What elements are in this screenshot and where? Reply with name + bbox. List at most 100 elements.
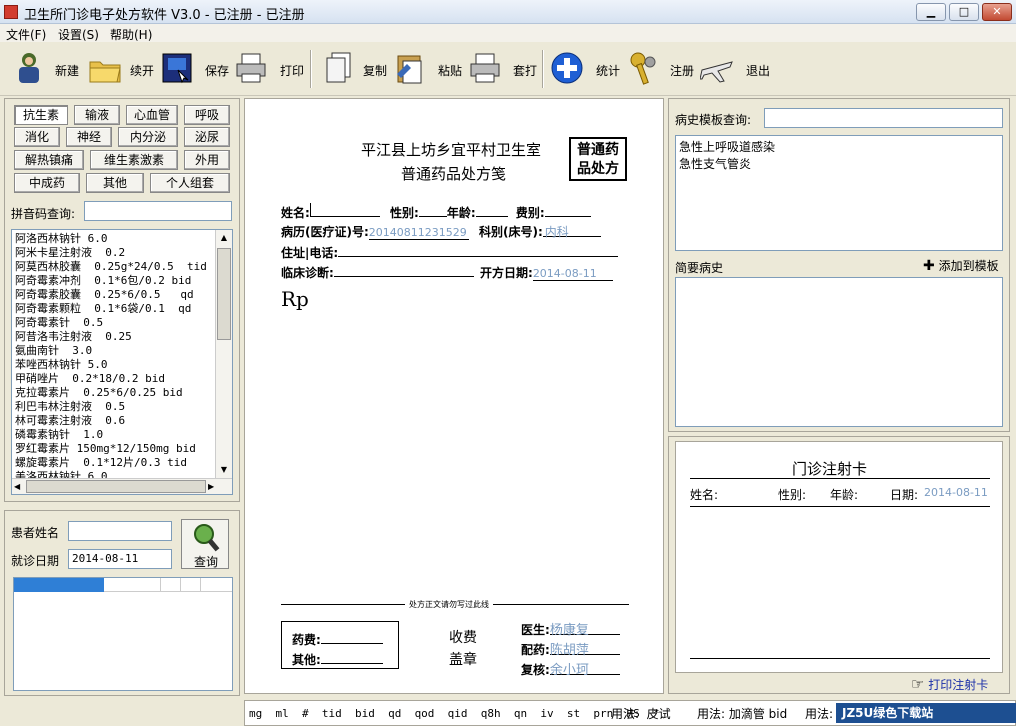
category-topical[interactable]: 外用 [184, 150, 230, 170]
continue-label[interactable]: 续开 [130, 62, 154, 79]
stats-icon[interactable] [550, 50, 584, 86]
template-search-input[interactable] [764, 108, 1003, 128]
template-item[interactable]: 急性支气管炎 [679, 155, 999, 172]
category-antibiotics[interactable]: 抗生素 [14, 105, 68, 125]
drug-list-item[interactable]: 阿奇霉素针 0.5 [15, 316, 212, 330]
open-folder-icon[interactable] [88, 50, 122, 86]
category-chinese-medicine[interactable]: 中成药 [14, 173, 80, 193]
airplane-icon[interactable] [700, 50, 734, 86]
key-icon[interactable] [626, 50, 660, 86]
category-vitamin-hormone[interactable]: 维生素激素 [90, 150, 178, 170]
paste-icon[interactable] [393, 50, 427, 86]
drug-list-item[interactable]: 阿奇霉素冲剂 0.1*6包/0.2 bid [15, 274, 212, 288]
pinyin-search-input[interactable] [84, 201, 232, 221]
prescription-date-value[interactable]: 2014-08-11 [532, 267, 613, 281]
drug-list-item[interactable]: 阿奇霉素颗粒 0.1*6袋/0.1 qd [15, 302, 212, 316]
name-field[interactable] [309, 203, 380, 217]
usage-shortcut-1[interactable]: 用法: 皮试 [611, 705, 671, 722]
dispense-value[interactable]: 陈胡萍 [549, 639, 620, 658]
table-header[interactable] [104, 578, 232, 592]
drug-list[interactable]: 阿洛西林钠针 6.0 阿米卡星注射液 0.2 阿莫西林胶囊 0.25g*24/0.5… [11, 229, 233, 495]
minimize-button[interactable]: ▁ [916, 3, 946, 21]
prescription-body[interactable] [281, 317, 641, 597]
print-label[interactable]: 打印 [280, 62, 304, 79]
category-neuro[interactable]: 神经 [66, 127, 112, 147]
save-icon[interactable] [160, 50, 194, 86]
visit-records-table[interactable] [13, 577, 233, 691]
scroll-right-icon[interactable]: ▶ [208, 479, 214, 494]
category-respiratory[interactable]: 呼吸 [184, 105, 230, 125]
drug-list-item[interactable]: 螺旋霉素片 0.1*12片/0.3 tid [15, 456, 212, 470]
template-list[interactable]: 急性上呼吸道感染 急性支气管炎 [675, 135, 1003, 251]
horizontal-scrollbar[interactable]: ◀ ▶ [12, 478, 232, 494]
maximize-button[interactable]: □ [949, 3, 979, 21]
prescription-form: 平江县上坊乡宜平村卫生室 普通药品处方笺 普通药品处方 姓名: 性别: 年龄: 费… [244, 98, 664, 694]
template-item[interactable]: 急性上呼吸道感染 [679, 138, 999, 155]
vertical-scrollbar[interactable]: ▲ ▼ [215, 230, 232, 478]
drug-list-item[interactable]: 苯唑西林钠针 5.0 [15, 358, 212, 372]
brief-history-textarea[interactable] [675, 277, 1003, 427]
set-print-label[interactable]: 套打 [513, 62, 537, 79]
query-button[interactable]: 查询 [181, 519, 229, 569]
scroll-left-icon[interactable]: ◀ [14, 479, 20, 494]
record-value[interactable]: 20140811231529 [368, 226, 469, 240]
drug-list-item[interactable]: 阿莫西林胶囊 0.25g*24/0.5 tid [15, 260, 212, 274]
exit-label[interactable]: 退出 [746, 62, 770, 79]
category-endocrine[interactable]: 内分泌 [118, 127, 178, 147]
print-injection-card-button[interactable]: ☞ 打印注射卡 [911, 675, 988, 693]
category-analgesic[interactable]: 解热镇痛 [14, 150, 84, 170]
category-cardiovascular[interactable]: 心血管 [126, 105, 178, 125]
category-urinary[interactable]: 泌尿 [184, 127, 230, 147]
address-field[interactable] [338, 243, 619, 257]
drug-list-item[interactable]: 罗红霉素片 150mg*12/150mg bid [15, 442, 212, 456]
drug-list-item[interactable]: 氨曲南针 3.0 [15, 344, 212, 358]
category-infusion[interactable]: 输液 [74, 105, 120, 125]
add-to-template-button[interactable]: ✚ 添加到模板 [923, 257, 999, 274]
drug-fee-field[interactable] [320, 630, 383, 644]
gender-field[interactable] [418, 203, 447, 217]
menu-file[interactable]: 文件(F) [6, 26, 46, 43]
visit-date-input[interactable]: 2014-08-11 [68, 549, 172, 569]
table-header-selected[interactable] [14, 578, 104, 592]
menu-help[interactable]: 帮助(H) [110, 26, 152, 43]
scroll-down-icon[interactable]: ▼ [216, 462, 232, 478]
drug-list-item[interactable]: 阿奇霉素胶囊 0.25*6/0.5 qd [15, 288, 212, 302]
scroll-thumb[interactable] [217, 248, 231, 340]
age-field[interactable] [475, 203, 508, 217]
category-personal-set[interactable]: 个人组套 [150, 173, 230, 193]
save-label[interactable]: 保存 [205, 62, 229, 79]
close-button[interactable]: ✕ [982, 3, 1012, 21]
copy-icon[interactable] [322, 50, 356, 86]
category-other[interactable]: 其他 [86, 173, 144, 193]
drug-list-item[interactable]: 克拉霉素片 0.25*6/0.25 bid [15, 386, 212, 400]
other-fee-field[interactable] [320, 650, 383, 664]
abbreviation-shortcuts[interactable]: mg ml # tid bid qd qod qid q8h qn iv st … [249, 707, 660, 720]
drug-list-item[interactable]: 磷霉素钠针 1.0 [15, 428, 212, 442]
doctor-value[interactable]: 杨康复 [549, 619, 620, 638]
printer-icon[interactable] [234, 50, 268, 86]
fee-type-field[interactable] [544, 203, 591, 217]
usage-shortcut-3[interactable]: 用法: [805, 705, 833, 722]
scroll-up-icon[interactable]: ▲ [216, 230, 232, 246]
drug-list-item[interactable]: 甲硝唑片 0.2*18/0.2 bid [15, 372, 212, 386]
drug-list-item[interactable]: 阿洛西林钠针 6.0 [15, 232, 212, 246]
copy-label[interactable]: 复制 [363, 62, 387, 79]
drug-list-item[interactable]: 阿米卡星注射液 0.2 [15, 246, 212, 260]
menu-settings[interactable]: 设置(S) [58, 26, 99, 43]
usage-shortcut-2[interactable]: 用法: 加滴管 bid [697, 705, 787, 722]
paste-label[interactable]: 粘贴 [438, 62, 462, 79]
set-print-icon[interactable] [468, 50, 502, 86]
drug-list-item[interactable]: 利巴韦林注射液 0.5 [15, 400, 212, 414]
new-icon[interactable] [12, 50, 46, 86]
horizontal-scroll-thumb[interactable] [26, 480, 206, 493]
new-label[interactable]: 新建 [55, 62, 79, 79]
patient-name-input[interactable] [68, 521, 172, 541]
stats-label[interactable]: 统计 [596, 62, 620, 79]
dept-value[interactable]: 内科 [542, 223, 601, 239]
register-label[interactable]: 注册 [670, 62, 694, 79]
drug-list-item[interactable]: 阿昔洛韦注射液 0.25 [15, 330, 212, 344]
review-value[interactable]: 余小珂 [549, 659, 620, 678]
category-digestive[interactable]: 消化 [14, 127, 60, 147]
diagnosis-field[interactable] [333, 263, 474, 277]
drug-list-item[interactable]: 林可霉素注射液 0.6 [15, 414, 212, 428]
